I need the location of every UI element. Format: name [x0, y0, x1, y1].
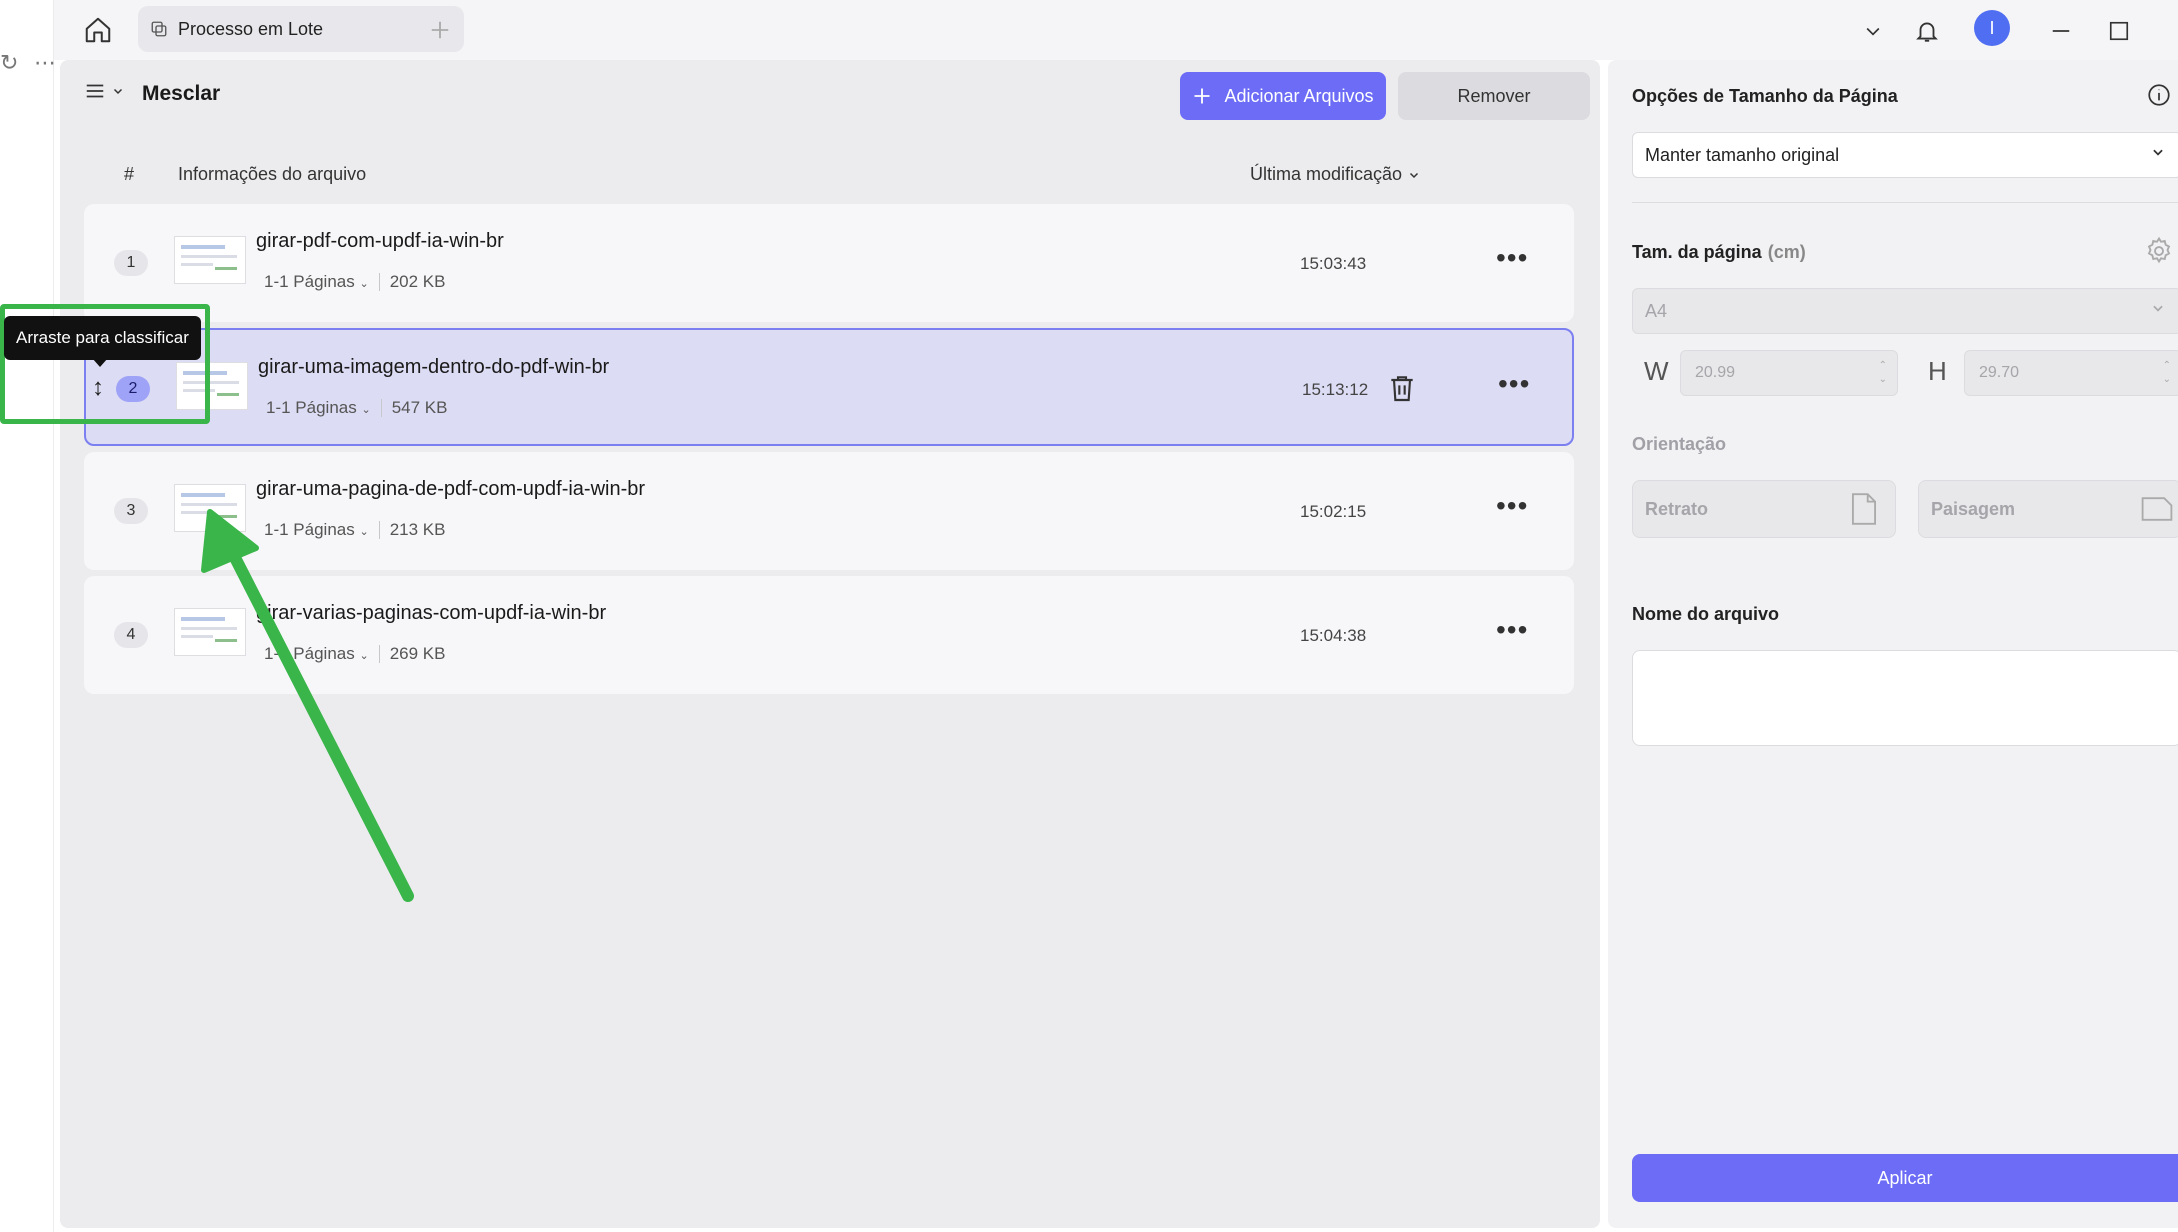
portrait-page-icon	[1852, 493, 1876, 525]
landscape-label: Paisagem	[1931, 498, 2016, 519]
chevron-down-icon	[2153, 305, 2163, 312]
info-icon[interactable]	[2146, 82, 2172, 108]
height-input[interactable]: 29.70 ⌃ ⌄	[1964, 350, 2178, 396]
spinner-icon[interactable]: ⌃ ⌄	[2163, 359, 2171, 387]
width-value: 20.99	[1695, 364, 1736, 381]
width-input[interactable]: 20.99 ⌃ ⌄	[1680, 350, 1898, 396]
divider	[1632, 202, 2178, 203]
page-size-options-title: Opções de Tamanho da Página	[1632, 86, 1898, 106]
portrait-label: Retrato	[1645, 498, 1709, 519]
apply-button[interactable]: Aplicar	[1632, 1154, 2178, 1202]
filename-input[interactable]	[1632, 650, 2178, 746]
page-size-option-select[interactable]: Manter tamanho original	[1632, 132, 2178, 178]
orientation-label: Orientação	[1632, 434, 1727, 454]
width-label: W	[1644, 356, 1669, 386]
landscape-button[interactable]: Paisagem	[1918, 480, 2178, 538]
chevron-down-icon	[2153, 149, 2163, 156]
filename-label: Nome do arquivo	[1632, 604, 1780, 624]
height-value: 29.70	[1979, 364, 2020, 381]
page-size-option-value: Manter tamanho original	[1645, 144, 1840, 165]
portrait-button[interactable]: Retrato	[1632, 480, 1896, 538]
landscape-page-icon	[2141, 497, 2173, 521]
spinner-icon[interactable]: ⌃ ⌄	[1879, 359, 1887, 387]
options-panel: Opções de Tamanho da Página Manter taman…	[1608, 60, 2178, 1228]
page-size-label: Tam. da página	[1632, 242, 1762, 262]
gear-icon[interactable]	[2144, 236, 2174, 266]
page-size-unit: (cm)	[1767, 242, 1806, 262]
paper-size-value: A4	[1645, 300, 1668, 321]
height-label: H	[1928, 356, 1947, 386]
paper-size-select[interactable]: A4	[1632, 288, 2178, 334]
